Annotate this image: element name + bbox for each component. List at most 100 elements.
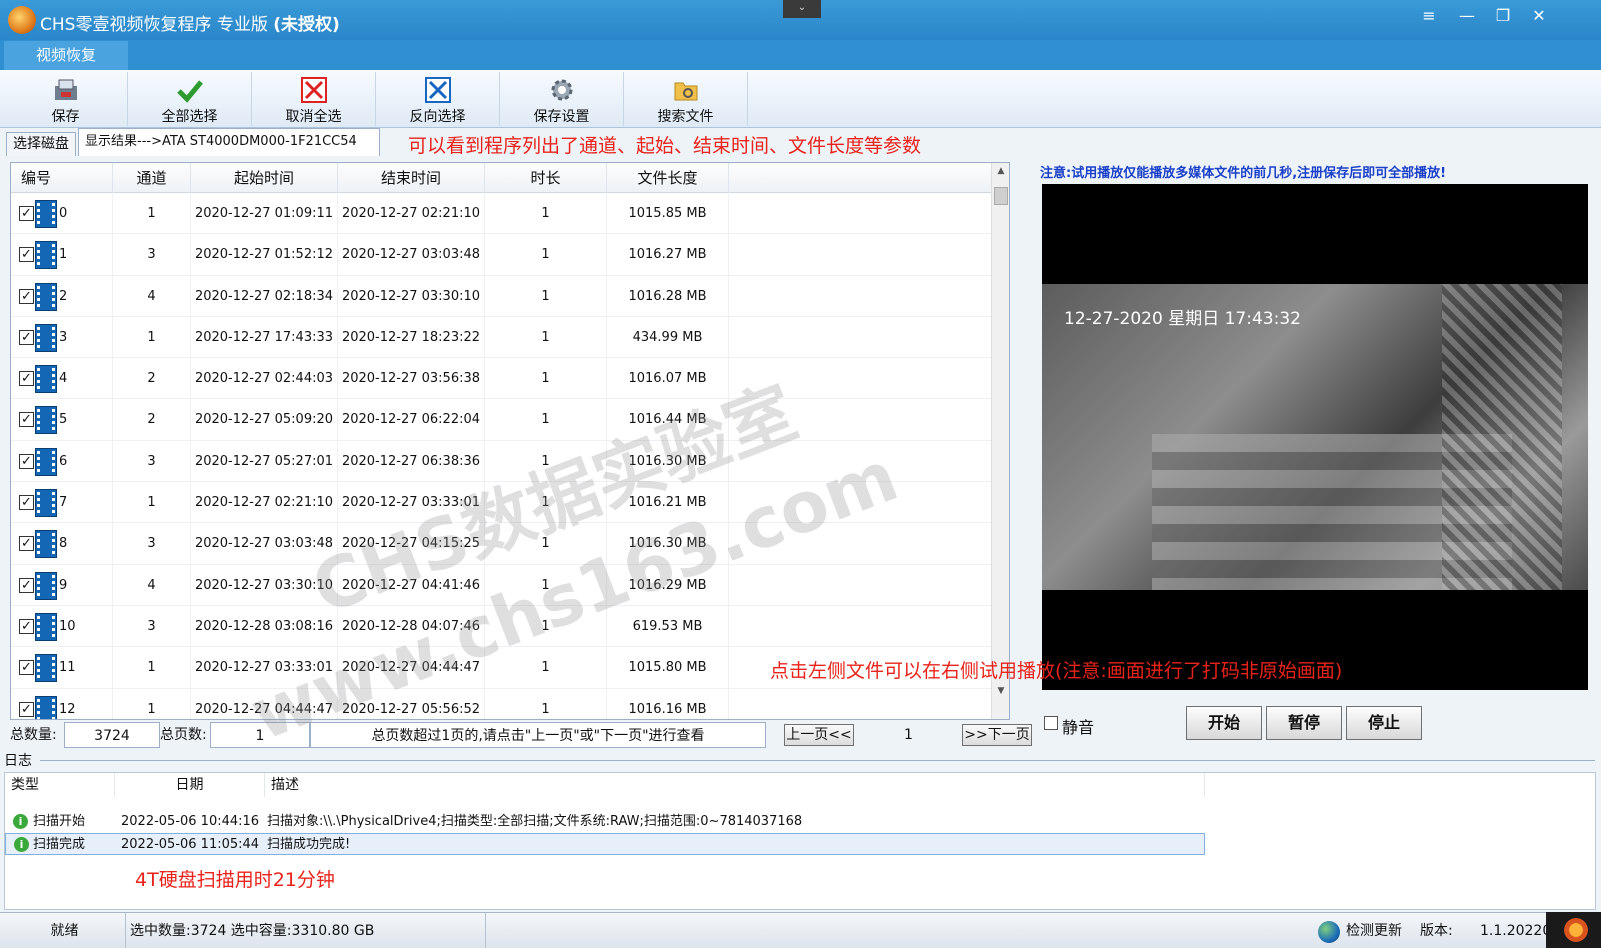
row-checkbox[interactable]: ✓ [19,329,34,345]
cell-end: 2020-12-27 06:38:36 [338,440,485,482]
total-label: 总数量: [10,727,57,743]
cell-id: ✓ 0 [11,193,113,234]
search-files-button[interactable]: 搜索文件 [624,72,748,126]
cell-duration: 1 [485,234,607,276]
log-col-date[interactable]: 日期 [115,773,265,797]
scroll-down-arrow-icon[interactable]: ▼ [992,683,1009,699]
table-scrollbar[interactable]: ▲ ▼ [991,163,1009,719]
current-page: 1 [904,727,913,743]
row-id: 5 [59,412,68,428]
pause-button[interactable]: 暂停 [1266,706,1342,740]
table-row[interactable]: ✓ 1 3 2020-12-27 01:52:12 2020-12-27 03:03:4… [11,234,991,276]
menu-icon[interactable]: ≡ [1412,4,1446,28]
table-row[interactable]: ✓ 6 3 2020-12-27 05:27:01 2020-12-27 06:38:3… [11,440,991,483]
table-row[interactable]: ✓ 4 2 2020-12-27 02:44:03 2020-12-27 03:56:3… [11,358,991,400]
select-all-button[interactable]: 全部选择 [128,72,252,126]
invert-selection-button[interactable]: 反向选择 [376,72,500,126]
scroll-up-arrow-icon[interactable]: ▲ [992,163,1009,179]
minimize-button[interactable]: — [1450,4,1484,28]
table-body: ✓ 0 1 2020-12-27 01:09:11 2020-12-27 02:21:1… [11,193,991,719]
row-checkbox[interactable]: ✓ [19,206,34,221]
title-bar: CHS零壹视频恢复程序 专业版 (未授权) ⌄ ≡ — ❐ ✕ [0,0,1601,40]
deselect-all-button[interactable]: 取消全选 [252,72,376,126]
video-file-icon [35,612,57,641]
play-button[interactable]: 开始 [1186,706,1262,740]
row-checkbox[interactable]: ✓ [19,247,34,263]
col-size[interactable]: 文件长度 [607,163,729,193]
scroll-thumb[interactable] [994,187,1008,205]
cell-duration: 1 [485,523,607,565]
cell-id: ✓ 1 [11,234,113,276]
paging-hint: 总页数超过1页的,请点击"上一页"或"下一页"进行查看 [310,722,766,748]
cell-start: 2020-12-27 17:43:33 [191,316,338,358]
cell-end: 2020-12-27 05:56:52 [338,688,485,719]
tab-select-disk[interactable]: 选择磁盘 [6,132,76,156]
close-button[interactable]: ✕ [1522,4,1556,28]
table-row[interactable]: ✓ 5 2 2020-12-27 05:09:20 2020-12-27 06:22:0… [11,399,991,441]
table-row[interactable]: ✓ 10 3 2020-12-28 03:08:16 2020-12-28 04:07:… [11,605,991,648]
window-title: CHS零壹视频恢复程序 专业版 (未授权) [40,15,340,35]
log-row[interactable]: i 扫描完成 2022-05-06 11:05:44 扫描成功完成! [5,833,1205,855]
tab-video-recovery[interactable]: 视频恢复 [4,41,128,70]
log-col-type[interactable]: 类型 [5,773,115,797]
video-preview[interactable]: 12-27-2020 星期日 17:43:32 [1042,184,1588,690]
col-end[interactable]: 结束时间 [338,163,485,193]
save-button[interactable]: 保存 [4,72,128,126]
cell-start: 2020-12-27 02:21:10 [191,482,338,524]
collapse-chevron-icon[interactable]: ⌄ [783,0,821,18]
video-file-icon [35,695,57,719]
log-col-desc[interactable]: 描述 [265,773,1205,797]
status-selection: 选中数量:3724 选中容量:3310.80 GB [126,913,486,948]
cell-id: ✓ 6 [11,440,113,482]
cell-channel: 3 [113,440,191,482]
cell-id: ✓ 2 [11,275,113,317]
row-checkbox[interactable]: ✓ [19,412,34,428]
row-checkbox[interactable]: ✓ [19,618,34,634]
table-row[interactable]: ✓ 0 1 2020-12-27 01:09:11 2020-12-27 02:21:1… [11,193,991,235]
col-channel[interactable]: 通道 [113,163,191,193]
row-id: 6 [59,453,68,469]
col-duration[interactable]: 时长 [485,163,607,193]
video-file-icon [35,530,57,559]
row-checkbox[interactable]: ✓ [19,288,34,304]
table-row[interactable]: ✓ 3 1 2020-12-27 17:43:33 2020-12-27 18:23:2… [11,316,991,359]
toolbar: 保存 全部选择 取消全选 反向选择 保存设置 搜索文件 [0,70,1601,128]
table-row[interactable]: ✓ 7 1 2020-12-27 02:21:10 2020-12-27 03:33:0… [11,482,991,524]
table-row[interactable]: ✓ 9 4 2020-12-27 03:30:10 2020-12-27 04:41:4… [11,564,991,606]
col-start[interactable]: 起始时间 [191,163,338,193]
cell-id: ✓ 4 [11,358,113,400]
row-id: 11 [59,660,76,676]
col-id[interactable]: 编号 [11,163,113,193]
stop-button[interactable]: 停止 [1346,706,1422,740]
table-row[interactable]: ✓ 2 4 2020-12-27 02:18:34 2020-12-27 03:30:1… [11,275,991,317]
row-checkbox[interactable]: ✓ [19,495,34,511]
check-update-link[interactable]: 检测更新 [1346,913,1402,948]
prev-page-button[interactable]: 上一页<< [784,724,854,746]
save-settings-button[interactable]: 保存设置 [500,72,624,126]
cell-channel: 2 [113,399,191,441]
row-checkbox[interactable]: ✓ [19,701,34,717]
row-checkbox[interactable]: ✓ [19,453,34,469]
video-file-icon [35,406,57,435]
table-row[interactable]: ✓ 12 1 2020-12-27 04:44:47 2020-12-27 05:56:… [11,688,991,719]
version-label: 版本: [1420,923,1453,939]
cell-start: 2020-12-27 03:33:01 [191,647,338,689]
tab-show-results[interactable]: 显示结果--->ATA ST4000DM000-1F21CC54 [78,128,380,156]
row-checkbox[interactable]: ✓ [19,536,34,552]
table-row[interactable]: ✓ 8 3 2020-12-27 03:03:48 2020-12-27 04:15:2… [11,523,991,565]
video-file-icon [35,447,57,476]
row-checkbox[interactable]: ✓ [19,660,34,676]
cell-size: 1016.28 MB [607,275,729,317]
next-page-button[interactable]: >>下一页 [962,724,1032,746]
video-file-icon [35,489,57,518]
restore-button[interactable]: ❐ [1486,4,1520,28]
log-row[interactable]: i 扫描开始 2022-05-06 10:44:16 扫描对象:\\.\Phys… [5,811,1205,833]
row-checkbox[interactable]: ✓ [19,577,34,593]
cell-start: 2020-12-27 05:09:20 [191,399,338,441]
cell-start: 2020-12-27 03:03:48 [191,523,338,565]
video-frame: 12-27-2020 星期日 17:43:32 [1042,284,1588,590]
mute-checkbox[interactable] [1044,716,1058,730]
update-globe-icon[interactable] [1318,921,1340,943]
row-id: 9 [59,577,68,593]
row-checkbox[interactable]: ✓ [19,371,34,387]
